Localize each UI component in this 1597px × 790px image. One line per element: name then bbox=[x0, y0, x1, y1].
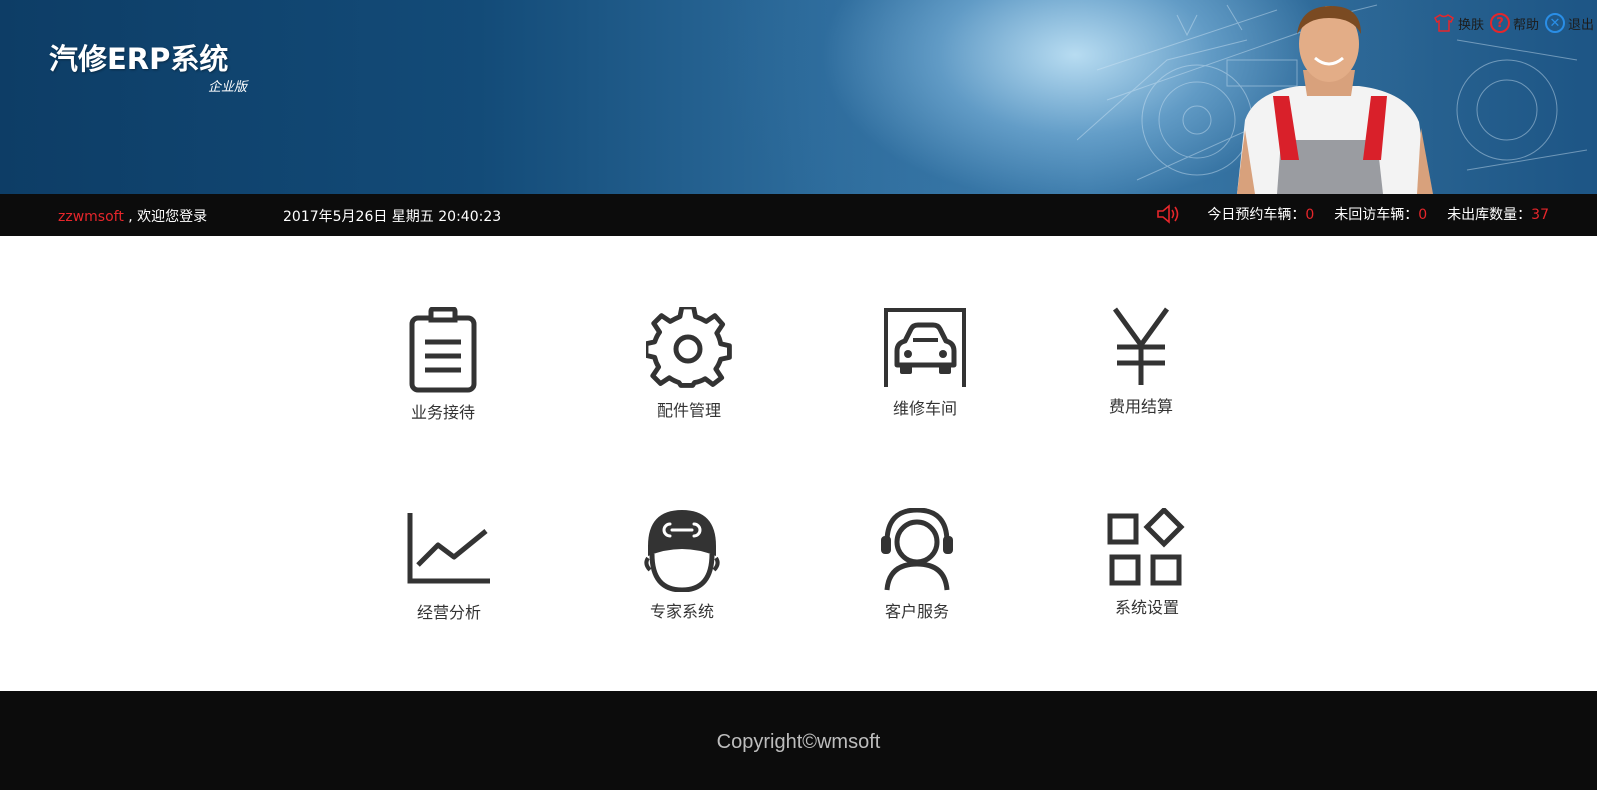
copyright-text: Copyright©wmsoft bbox=[716, 731, 881, 753]
speaker-icon bbox=[1157, 204, 1179, 224]
apps-settings-icon bbox=[1107, 508, 1185, 586]
menu-label: 经营分析 bbox=[416, 603, 481, 622]
shirt-icon bbox=[1433, 14, 1454, 32]
logout-button[interactable]: ✕ 退出 bbox=[1544, 13, 1594, 33]
menu-label: 系统设置 bbox=[1114, 598, 1179, 617]
stat-appointments[interactable]: 今日预约车辆：0 bbox=[1207, 204, 1314, 224]
menu-parts[interactable]: 配件管理 bbox=[614, 307, 764, 447]
app-logo-subtitle: 企业版 bbox=[208, 80, 248, 95]
menu-label: 专家系统 bbox=[649, 602, 714, 621]
menu-reception[interactable]: 业务接待 bbox=[368, 307, 518, 447]
skin-button[interactable]: 换肤 bbox=[1433, 13, 1484, 33]
menu-billing[interactable]: 费用结算 bbox=[1066, 307, 1216, 447]
help-label: 帮助 bbox=[1512, 17, 1539, 33]
help-button[interactable]: ? 帮助 bbox=[1489, 13, 1539, 33]
menu-analytics[interactable]: 经营分析 bbox=[374, 511, 524, 651]
skin-label: 换肤 bbox=[1457, 17, 1484, 33]
mechanic-icon bbox=[644, 510, 720, 592]
stats-panel: 今日预约车辆：0 未回访车辆：0 未出库数量：37 bbox=[1155, 202, 1549, 226]
stat-value: 0 bbox=[1418, 207, 1428, 223]
welcome-message: zzwmsoft , 欢迎您登录 bbox=[58, 206, 207, 226]
help-icon: ? bbox=[1489, 13, 1510, 33]
menu-customer-service[interactable]: 客户服务 bbox=[842, 508, 992, 648]
header-banner: 汽修ERP系统 企业版 换肤 ? 帮助 ✕ 退出 bbox=[0, 0, 1597, 194]
clipboard-icon bbox=[409, 307, 477, 393]
menu-label: 费用结算 bbox=[1108, 397, 1173, 416]
logout-label: 退出 bbox=[1567, 17, 1594, 33]
menu-label: 维修车间 bbox=[892, 399, 957, 418]
app-logo-title: 汽修ERP系统 bbox=[49, 42, 229, 76]
yen-icon bbox=[1112, 307, 1170, 385]
stat-unvisited[interactable]: 未回访车辆：0 bbox=[1334, 204, 1427, 224]
stat-label: 未出库数量： bbox=[1447, 207, 1532, 223]
headset-user-icon bbox=[881, 508, 953, 591]
stat-not-outbound[interactable]: 未出库数量：37 bbox=[1447, 204, 1549, 224]
stat-label: 今日预约车辆： bbox=[1207, 207, 1306, 223]
menu-label: 配件管理 bbox=[656, 401, 721, 420]
gear-icon bbox=[646, 307, 732, 388]
menu-label: 业务接待 bbox=[410, 403, 475, 422]
info-bar: zzwmsoft , 欢迎您登录 2017年5月26日 星期五 20:40:23… bbox=[0, 194, 1597, 236]
stat-value: 0 bbox=[1305, 207, 1315, 223]
menu-system-settings[interactable]: 系统设置 bbox=[1072, 508, 1222, 648]
top-actions: 换肤 ? 帮助 ✕ 退出 bbox=[1427, 13, 1594, 33]
username: zzwmsoft bbox=[58, 209, 124, 225]
menu-label: 客户服务 bbox=[884, 602, 949, 621]
menu-workshop[interactable]: 维修车间 bbox=[850, 307, 1000, 447]
footer: Copyright©wmsoft bbox=[0, 691, 1597, 790]
stat-label: 未回访车辆： bbox=[1334, 207, 1419, 223]
garage-car-icon bbox=[884, 308, 966, 387]
stat-value: 37 bbox=[1531, 207, 1549, 223]
line-chart-icon bbox=[407, 513, 490, 584]
welcome-text: , 欢迎您登录 bbox=[123, 209, 208, 225]
menu-expert[interactable]: 专家系统 bbox=[607, 508, 757, 648]
current-datetime: 2017年5月26日 星期五 20:40:23 bbox=[283, 209, 502, 225]
close-icon: ✕ bbox=[1544, 13, 1565, 33]
